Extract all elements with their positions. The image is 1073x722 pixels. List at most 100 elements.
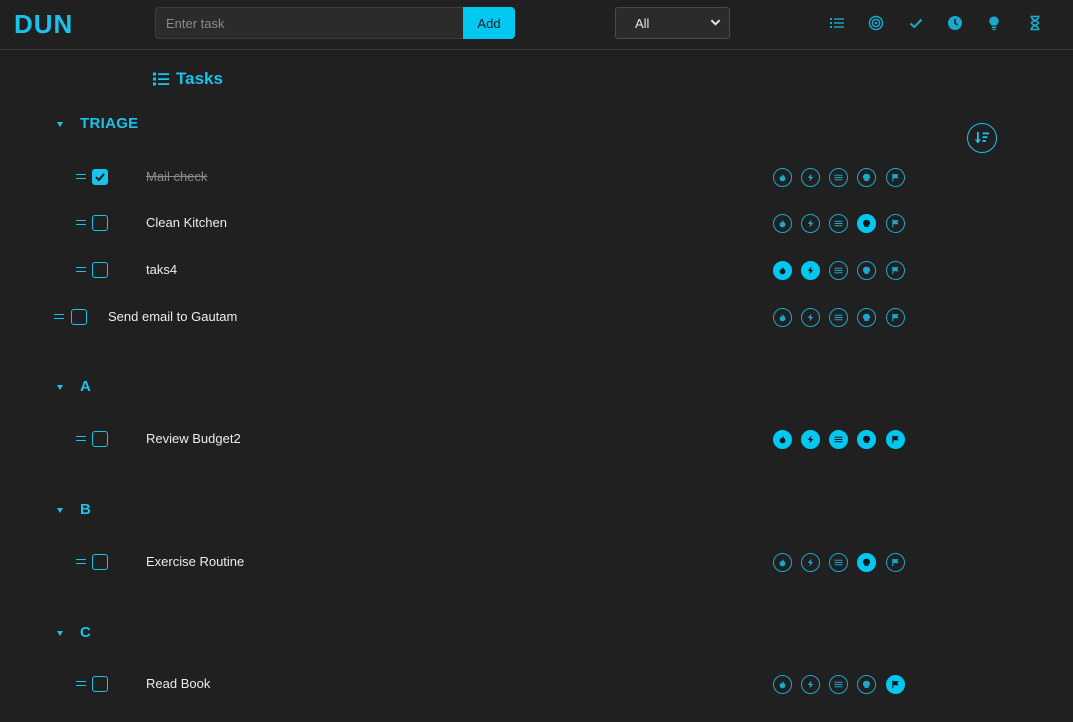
task-label[interactable]: taks4 <box>146 262 177 277</box>
fire-badge[interactable] <box>773 553 792 572</box>
drag-handle-icon[interactable] <box>76 220 86 225</box>
bolt-badge[interactable] <box>801 553 820 572</box>
flag-badge[interactable] <box>886 214 905 233</box>
flag-badge[interactable] <box>886 261 905 280</box>
task-row: Mail check <box>0 167 1073 191</box>
fire-badge[interactable] <box>773 430 792 449</box>
task-label[interactable]: Send email to Gautam <box>108 309 237 324</box>
task-label[interactable]: Exercise Routine <box>146 554 244 569</box>
target-icon[interactable] <box>867 14 885 32</box>
clock-icon[interactable] <box>946 14 964 32</box>
skull-icon <box>862 680 871 688</box>
flag-badge[interactable] <box>886 675 905 694</box>
fire-badge[interactable] <box>773 308 792 327</box>
bolt-badge[interactable] <box>801 308 820 327</box>
flag-badge[interactable] <box>886 430 905 449</box>
skull-badge[interactable] <box>857 214 876 233</box>
waves-badge[interactable] <box>829 168 848 187</box>
flag-badge[interactable] <box>886 308 905 327</box>
task-label[interactable]: Review Budget2 <box>146 431 241 446</box>
task-checkbox[interactable] <box>92 262 108 278</box>
task-label[interactable]: Mail check <box>146 169 207 184</box>
flag-icon <box>892 435 899 444</box>
task-checkbox[interactable] <box>92 554 108 570</box>
bolt-badge[interactable] <box>801 675 820 694</box>
drag-handle-icon[interactable] <box>76 559 86 564</box>
flag-badge[interactable] <box>886 553 905 572</box>
list-icon <box>153 72 169 86</box>
fire-icon <box>779 435 786 444</box>
waves-icon <box>834 220 843 227</box>
waves-badge[interactable] <box>829 214 848 233</box>
hourglass-icon[interactable] <box>1026 14 1044 32</box>
drag-handle-icon[interactable] <box>54 314 64 319</box>
flag-icon <box>892 219 899 228</box>
skull-icon <box>862 266 871 274</box>
flag-icon <box>892 313 899 322</box>
waves-badge[interactable] <box>829 675 848 694</box>
task-badges <box>773 168 913 188</box>
skull-badge[interactable] <box>857 168 876 187</box>
waves-badge[interactable] <box>829 308 848 327</box>
task-checkbox[interactable] <box>92 676 108 692</box>
waves-icon <box>834 681 843 688</box>
skull-icon <box>862 173 871 181</box>
task-badges <box>773 214 913 234</box>
app-logo: DUN <box>14 9 74 39</box>
task-row: Review Budget2 <box>0 429 1073 453</box>
fire-icon <box>779 266 786 275</box>
flag-badge[interactable] <box>886 168 905 187</box>
skull-badge[interactable] <box>857 430 876 449</box>
skull-badge[interactable] <box>857 308 876 327</box>
bolt-badge[interactable] <box>801 168 820 187</box>
task-checkbox[interactable] <box>92 169 108 185</box>
filter-select-value: All <box>635 16 650 31</box>
bolt-badge[interactable] <box>801 214 820 233</box>
waves-icon <box>834 314 843 321</box>
task-checkbox[interactable] <box>71 309 87 325</box>
task-checkbox[interactable] <box>92 431 108 447</box>
add-button[interactable]: Add <box>463 7 515 39</box>
task-label[interactable]: Clean Kitchen <box>146 215 227 230</box>
fire-badge[interactable] <box>773 214 792 233</box>
section-title: B <box>80 501 92 518</box>
task-row: Send email to Gautam <box>0 307 1073 331</box>
fire-badge[interactable] <box>773 675 792 694</box>
caret-down-icon[interactable] <box>57 508 63 513</box>
drag-handle-icon[interactable] <box>76 267 86 272</box>
task-row: Exercise Routine <box>0 552 1073 576</box>
sort-icon <box>974 132 989 144</box>
flag-icon <box>892 680 899 689</box>
skull-badge[interactable] <box>857 553 876 572</box>
caret-down-icon[interactable] <box>57 631 63 636</box>
waves-icon <box>834 559 843 566</box>
task-input[interactable] <box>155 7 463 39</box>
caret-down-icon[interactable] <box>57 122 63 127</box>
check-icon[interactable] <box>907 14 925 32</box>
fire-icon <box>779 680 786 689</box>
filter-select[interactable]: All <box>615 7 730 39</box>
task-checkbox[interactable] <box>92 215 108 231</box>
fire-badge[interactable] <box>773 261 792 280</box>
fire-badge[interactable] <box>773 168 792 187</box>
waves-badge[interactable] <box>829 553 848 572</box>
task-label[interactable]: Read Book <box>146 676 210 691</box>
list-icon[interactable] <box>828 14 846 32</box>
skull-badge[interactable] <box>857 261 876 280</box>
bolt-icon <box>807 219 814 228</box>
drag-handle-icon[interactable] <box>76 436 86 441</box>
bolt-badge[interactable] <box>801 261 820 280</box>
flag-icon <box>892 173 899 182</box>
task-badges <box>773 553 913 573</box>
bolt-icon <box>807 680 814 689</box>
waves-badge[interactable] <box>829 430 848 449</box>
sort-button[interactable] <box>967 123 997 153</box>
bolt-badge[interactable] <box>801 430 820 449</box>
bulb-icon[interactable] <box>985 14 1003 32</box>
skull-icon <box>862 558 871 566</box>
skull-badge[interactable] <box>857 675 876 694</box>
waves-badge[interactable] <box>829 261 848 280</box>
caret-down-icon[interactable] <box>57 385 63 390</box>
drag-handle-icon[interactable] <box>76 174 86 179</box>
drag-handle-icon[interactable] <box>76 681 86 686</box>
